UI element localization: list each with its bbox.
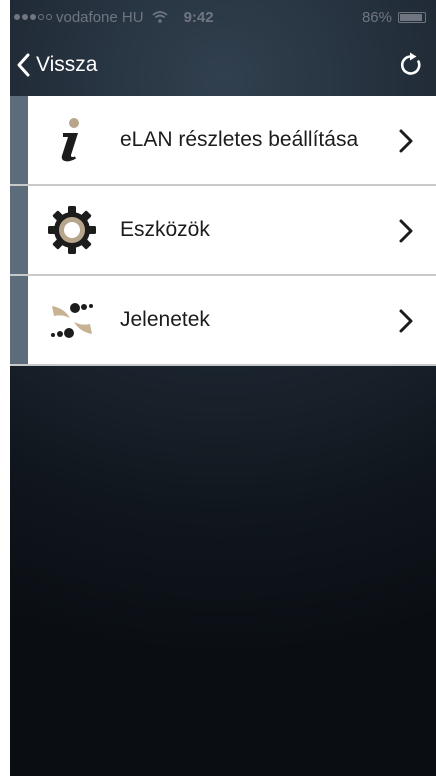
- status-bar: vodafone HU 9:42 86%: [10, 0, 436, 34]
- chevron-left-icon: [17, 53, 30, 77]
- chevron-right-icon: [399, 309, 413, 333]
- refresh-icon: [400, 52, 421, 75]
- app-screen: vodafone HU 9:42 86% Vissza eLAN részlet…: [10, 0, 436, 776]
- menu-item-label: eLAN részletes beállítása: [120, 128, 359, 151]
- chevron-right-icon: [399, 219, 413, 243]
- refresh-button[interactable]: [398, 52, 424, 83]
- info-icon: [48, 116, 96, 164]
- menu-item-label: Eszközök: [120, 218, 210, 241]
- menu-item-label: Jelenetek: [120, 308, 210, 331]
- menu-item-devices[interactable]: Eszközök: [10, 186, 436, 276]
- carrier-name: vodafone HU: [56, 8, 144, 26]
- back-button[interactable]: Vissza: [16, 53, 97, 77]
- menu-item-elan-settings[interactable]: eLAN részletes beállítása: [10, 96, 436, 186]
- scenes-icon: [48, 296, 96, 344]
- menu-item-scenes[interactable]: Jelenetek: [10, 276, 436, 366]
- chevron-right-icon: [399, 129, 413, 153]
- navigation-bar: Vissza: [10, 34, 436, 96]
- battery-percentage: 86%: [361, 8, 392, 26]
- row-accent-bar: [10, 186, 28, 274]
- row-accent-bar: [10, 96, 28, 184]
- battery-icon: [398, 12, 426, 23]
- status-time: 9:42: [183, 8, 214, 26]
- gear-icon: [48, 206, 96, 254]
- signal-strength-icon: [14, 14, 52, 20]
- wifi-icon: [151, 11, 168, 23]
- settings-menu: eLAN részletes beállítása Eszközök Jelen…: [10, 96, 436, 366]
- row-accent-bar: [10, 276, 28, 364]
- back-button-label: Vissza: [36, 53, 98, 76]
